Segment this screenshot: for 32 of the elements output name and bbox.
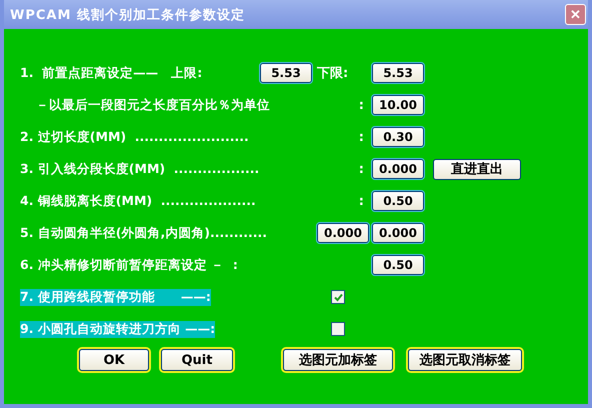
dialog-button[interactable]: 选图元加标签: [283, 349, 393, 371]
checkbox[interactable]: [331, 322, 345, 336]
mode-button[interactable]: 直进直出: [433, 158, 521, 180]
setting-label: 1. 前置点距离设定—— 上限:: [20, 64, 202, 82]
check-icon: [334, 292, 342, 302]
input-field[interactable]: 5.53: [372, 63, 424, 83]
checkbox[interactable]: [331, 290, 345, 304]
input-field[interactable]: 10.00: [372, 95, 424, 115]
setting-label: 5. 自动圆角半径(外圆角,内圆角)............: [20, 224, 267, 242]
dialog-button[interactable]: OK: [79, 349, 149, 371]
setting-label: 2. 过切长度(MM) ........................: [20, 128, 249, 146]
input-field[interactable]: 0.000: [372, 159, 424, 179]
setting-label: 9. 小圆孔自动旋转进刀方向 ——:: [20, 320, 216, 338]
input-field[interactable]: 0.000: [372, 223, 424, 243]
setting-label: 4. 铜线脱离长度(MM) ....................: [20, 192, 256, 210]
setting-label: 7. 使用跨线段暂停功能 ——:: [20, 288, 211, 306]
colon: :: [358, 162, 364, 176]
dialog-button[interactable]: Quit: [161, 349, 233, 371]
input-field[interactable]: 0.30: [372, 127, 424, 147]
window-title: WPCAM 线割个别加工条件参数设定: [10, 6, 245, 24]
setting-label: －以最后一段图元之长度百分比％为单位: [35, 96, 270, 114]
colon: :: [358, 130, 364, 144]
input-field[interactable]: 0.50: [372, 191, 424, 211]
input-field[interactable]: 0.000: [317, 223, 369, 243]
colon: :: [358, 194, 364, 208]
setting-label: 6. 冲头精修切断前暂停距离设定 － :: [20, 256, 238, 274]
input-field[interactable]: 0.50: [372, 255, 424, 275]
input-field[interactable]: 5.53: [260, 63, 312, 83]
colon: :: [358, 98, 364, 112]
dialog-button[interactable]: 选图元取消标签: [408, 349, 522, 371]
setting-label: 3. 引入线分段长度(MM) ..................: [20, 160, 260, 178]
setting-label: 下限:: [317, 65, 350, 82]
